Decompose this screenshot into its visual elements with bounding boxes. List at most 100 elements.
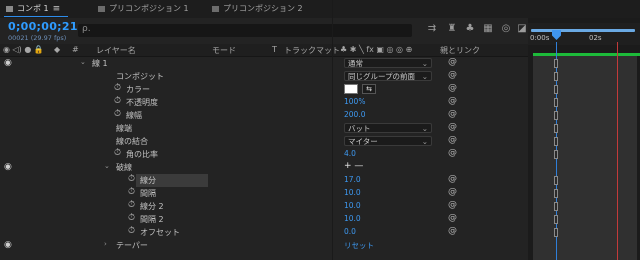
pick-whip-icon[interactable]: @	[448, 83, 457, 93]
property-value[interactable]: 0.0	[344, 227, 356, 236]
property-row[interactable]: ⏱ 線分 2 10.0 @	[0, 200, 528, 213]
keyframe-marker[interactable]	[554, 59, 558, 68]
property-dropdown[interactable]: 同じグループの前面 ⌄	[344, 71, 432, 81]
visibility-eye-icon[interactable]: ◉	[4, 162, 12, 172]
expand-twirl-icon[interactable]: ›	[104, 240, 107, 248]
active-tab-indicator	[4, 16, 68, 17]
keyframe-marker[interactable]	[554, 189, 558, 198]
shy-layers-icon[interactable]: ♣	[464, 23, 476, 35]
property-row[interactable]: ⏱ 間隔 10.0 @	[0, 187, 528, 200]
visibility-eye-icon[interactable]: ◉	[4, 58, 12, 68]
color-swatch[interactable]	[344, 84, 358, 94]
stopwatch-icon[interactable]: ⏱	[114, 148, 121, 158]
current-timecode[interactable]: 0;00;00;21	[8, 20, 78, 33]
expand-twirl-icon[interactable]: ⌄	[104, 162, 110, 170]
pick-whip-icon[interactable]: @	[448, 200, 457, 210]
visibility-eye-icon[interactable]: ◉	[4, 240, 12, 250]
tab-comp-1[interactable]: コンポ 1 ≡	[6, 3, 60, 15]
stopwatch-icon[interactable]: ⏱	[128, 213, 135, 223]
timeline-controls: 0;00;00;21 00021 (29.97 fps) ρ. ⇉ ♜ ♣ ▦ …	[0, 18, 528, 44]
keyframe-marker[interactable]	[554, 137, 558, 146]
search-input[interactable]: ρ.	[78, 24, 412, 37]
property-row[interactable]: ⏱ カラー ⇆ @	[0, 83, 528, 96]
close-icon[interactable]: ≡	[53, 4, 61, 14]
layer-duration-bar[interactable]	[533, 53, 640, 56]
pick-whip-icon[interactable]: @	[448, 109, 457, 119]
time-ruler[interactable]: 0:00s 02s	[528, 23, 640, 45]
property-row[interactable]: 線の結合 マイター ⌄ @	[0, 135, 528, 148]
parent-link-header: 親とリンク	[440, 46, 480, 55]
reset-link[interactable]: リセット	[344, 240, 374, 251]
property-row[interactable]: コンポジット 同じグループの前面 ⌄ @	[0, 70, 528, 83]
layer-name-header[interactable]: レイヤー名	[96, 45, 136, 56]
pick-whip-icon[interactable]: @	[448, 135, 457, 145]
property-value[interactable]: 10.0	[344, 214, 361, 223]
pick-whip-icon[interactable]: @	[448, 174, 457, 184]
stopwatch-icon[interactable]: ⏱	[128, 200, 135, 210]
stopwatch-icon[interactable]: ⏱	[114, 109, 121, 119]
tab-precomp-2[interactable]: プリコンポジション 2	[212, 3, 303, 15]
timeline-area[interactable]: 0:00s 02s	[528, 18, 640, 260]
pick-whip-icon[interactable]: @	[448, 213, 457, 223]
property-row[interactable]: ◉ › テーパー リセット	[0, 239, 528, 252]
comp-mini-flowchart-icon[interactable]: ⇉	[426, 23, 438, 35]
composition-icon	[6, 5, 13, 12]
eyedropper-icon[interactable]: ⇆	[362, 84, 376, 94]
tab-precomp-1[interactable]: プリコンポジション 1	[98, 3, 189, 15]
draft-3d-icon[interactable]: ♜	[446, 23, 458, 35]
pick-whip-icon[interactable]: @	[448, 226, 457, 236]
pick-whip-icon[interactable]: @	[448, 122, 457, 132]
property-row[interactable]: ⏱ オフセット 0.0 @	[0, 226, 528, 239]
property-row[interactable]: ⏱ 角の比率 4.0 @	[0, 148, 528, 161]
t-header: T	[272, 45, 277, 54]
keyframe-marker[interactable]	[554, 202, 558, 211]
property-dropdown[interactable]: マイター ⌄	[344, 136, 432, 146]
keyframe-marker[interactable]	[554, 111, 558, 120]
property-row[interactable]: ⏱ 線分 17.0 @	[0, 174, 528, 187]
property-dropdown[interactable]: バット ⌄	[344, 123, 432, 133]
stopwatch-icon[interactable]: ⏱	[128, 226, 135, 236]
property-row[interactable]: 線端 バット ⌄ @	[0, 122, 528, 135]
pick-whip-icon[interactable]: @	[448, 96, 457, 106]
keyframe-marker[interactable]	[554, 98, 558, 107]
property-label: 線幅	[126, 111, 142, 120]
property-row[interactable]: ◉ ⌄ 破線 + —	[0, 161, 528, 174]
property-label: 線端	[116, 124, 132, 133]
stopwatch-icon[interactable]: ⏱	[128, 187, 135, 197]
property-value[interactable]: 10.0	[344, 188, 361, 197]
keyframe-marker[interactable]	[554, 85, 558, 94]
property-row[interactable]: ⏱ 間隔 2 10.0 @	[0, 213, 528, 226]
pick-whip-icon[interactable]: @	[448, 70, 457, 80]
pick-whip-icon[interactable]: @	[448, 187, 457, 197]
keyframe-marker[interactable]	[554, 72, 558, 81]
keyframe-marker[interactable]	[554, 124, 558, 133]
frame-blending-icon[interactable]: ▦	[482, 23, 494, 35]
tab-label: プリコンポジション 1	[109, 4, 189, 13]
property-value[interactable]: 10.0	[344, 201, 361, 210]
property-value[interactable]: 17.0	[344, 175, 361, 184]
property-row[interactable]: ◉ ⌄ 線 1 通常 ⌄ @	[0, 57, 528, 70]
pick-whip-icon[interactable]: @	[448, 57, 457, 67]
stopwatch-icon[interactable]: ⏱	[114, 96, 121, 106]
pick-whip-icon[interactable]: @	[448, 148, 457, 158]
property-value[interactable]: 100%	[344, 97, 365, 106]
dropdown-value: 同じグループの前面	[348, 72, 416, 81]
property-value[interactable]: 4.0	[344, 149, 356, 158]
keyframe-marker[interactable]	[554, 215, 558, 224]
work-area-bar[interactable]	[531, 29, 635, 32]
motion-blur-icon[interactable]: ◎	[500, 23, 512, 35]
property-row[interactable]: ⏱ 線幅 200.0 @	[0, 109, 528, 122]
property-row[interactable]: ⏱ 不透明度 100% @	[0, 96, 528, 109]
keyframe-marker[interactable]	[554, 150, 558, 159]
tick-label-start: 0:00s	[530, 34, 550, 42]
add-remove-dash-buttons[interactable]: + —	[344, 161, 363, 171]
stopwatch-icon[interactable]: ⏱	[128, 174, 135, 184]
property-value[interactable]: 200.0	[344, 110, 365, 119]
stopwatch-icon[interactable]: ⏱	[114, 83, 121, 93]
expand-twirl-icon[interactable]: ⌄	[80, 58, 86, 66]
property-dropdown[interactable]: 通常 ⌄	[344, 58, 432, 68]
chevron-down-icon: ⌄	[421, 59, 428, 68]
graph-editor-icon[interactable]: ◪	[516, 23, 528, 35]
keyframe-marker[interactable]	[554, 176, 558, 185]
keyframe-marker[interactable]	[554, 228, 558, 237]
